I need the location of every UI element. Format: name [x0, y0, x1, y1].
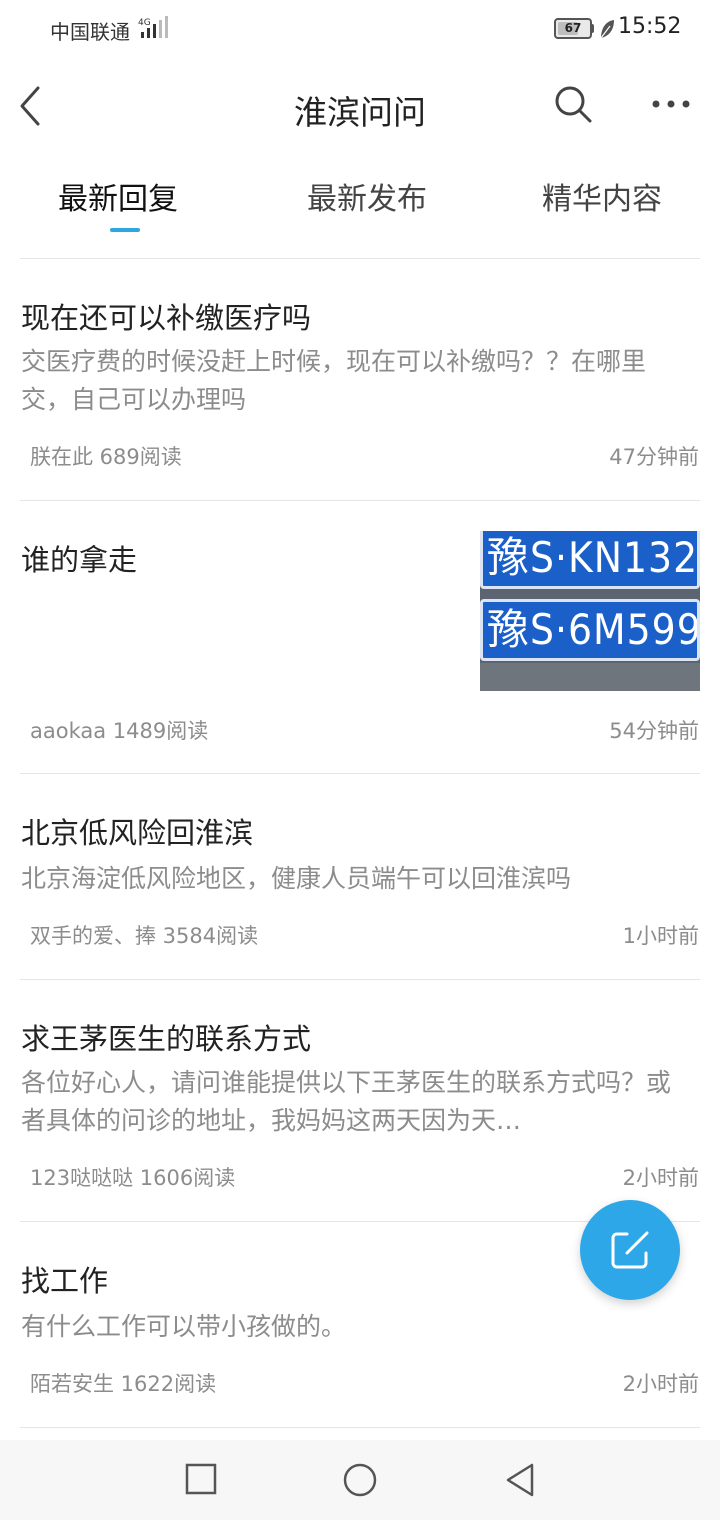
battery-level: 67 — [564, 21, 582, 35]
tab-indicator — [110, 228, 140, 232]
post-item[interactable]: 求王茅医生的联系方式 各位好心人，请问谁能提供以下王茅医生的联系方式吗？或者具体… — [0, 980, 720, 1221]
post-title: 谁的拿走 — [21, 543, 138, 577]
compose-button[interactable] — [580, 1200, 680, 1300]
post-meta: 123哒哒哒 1606阅读 — [30, 1166, 236, 1190]
post-time: 2小时前 — [622, 1372, 699, 1396]
license-plate: 豫S·KN132 — [480, 531, 700, 589]
post-body: 有什么工作可以带小孩做的。 — [21, 1312, 347, 1341]
post-title: 现在还可以补缴医疗吗 — [21, 301, 312, 335]
system-nav-bar — [0, 1440, 720, 1520]
post-item[interactable]: 现在还可以补缴医疗吗 交医疗费的时候没赶上时候，现在可以补缴吗？？在哪里交，自己… — [0, 259, 720, 500]
signal-icon: 4G — [138, 16, 168, 38]
nav-bar: 淮滨问问 — [0, 58, 720, 152]
post-time: 54分钟前 — [609, 719, 699, 743]
post-meta: 双手的爱、捧 3584阅读 — [30, 924, 259, 948]
page-title: 淮滨问问 — [294, 93, 426, 132]
square-icon[interactable] — [184, 1462, 218, 1496]
post-time: 2小时前 — [622, 1166, 699, 1190]
clock: 15:52 — [618, 14, 682, 39]
post-meta: 陌若安生 1622阅读 — [30, 1372, 217, 1396]
post-meta: 朕在此 689阅读 — [30, 445, 182, 469]
license-plate: 豫S·6M599 — [480, 599, 700, 661]
tab-latest-reply[interactable]: 最新回复 — [58, 174, 178, 218]
carrier-label: 中国联通 — [50, 20, 130, 44]
post-item[interactable]: 北京低风险回淮滨 北京海淀低风险地区，健康人员端午可以回淮滨吗 双手的爱、捧 3… — [0, 774, 720, 979]
search-icon[interactable] — [553, 84, 593, 124]
post-body: 交医疗费的时候没赶上时候，现在可以补缴吗？？在哪里交，自己可以办理吗 — [21, 347, 647, 414]
post-title: 求王茅医生的联系方式 — [21, 1022, 312, 1056]
post-title: 找工作 — [21, 1264, 109, 1298]
ground — [480, 663, 700, 691]
post-title: 北京低风险回淮滨 — [21, 816, 254, 850]
compose-icon — [611, 1231, 649, 1269]
network-type: 4G — [138, 18, 151, 28]
more-dots-icon[interactable] — [650, 94, 692, 114]
post-time: 1小时前 — [622, 924, 699, 948]
status-bar: 中国联通 4G 67 15:52 — [0, 0, 720, 58]
post-thumbnail[interactable]: 豫S·KN132 豫S·6M599 — [480, 531, 700, 691]
tab-featured[interactable]: 精华内容 — [542, 174, 662, 218]
divider — [20, 1427, 700, 1428]
battery-icon: 67 — [554, 18, 592, 39]
leaf-icon — [600, 20, 614, 39]
tab-bar: 最新回复 最新发布 精华内容 — [0, 162, 720, 234]
triangle-back-icon[interactable] — [504, 1462, 538, 1498]
tab-latest-post[interactable]: 最新发布 — [307, 174, 427, 218]
battery-tip — [591, 24, 594, 33]
post-meta: aaokaa 1489阅读 — [30, 719, 209, 743]
post-body: 各位好心人，请问谁能提供以下王茅医生的联系方式吗？或者具体的问诊的地址，我妈妈这… — [21, 1068, 671, 1135]
circle-icon[interactable] — [342, 1462, 378, 1498]
post-body: 北京海淀低风险地区，健康人员端午可以回淮滨吗 — [21, 864, 572, 893]
post-time: 47分钟前 — [609, 445, 699, 469]
